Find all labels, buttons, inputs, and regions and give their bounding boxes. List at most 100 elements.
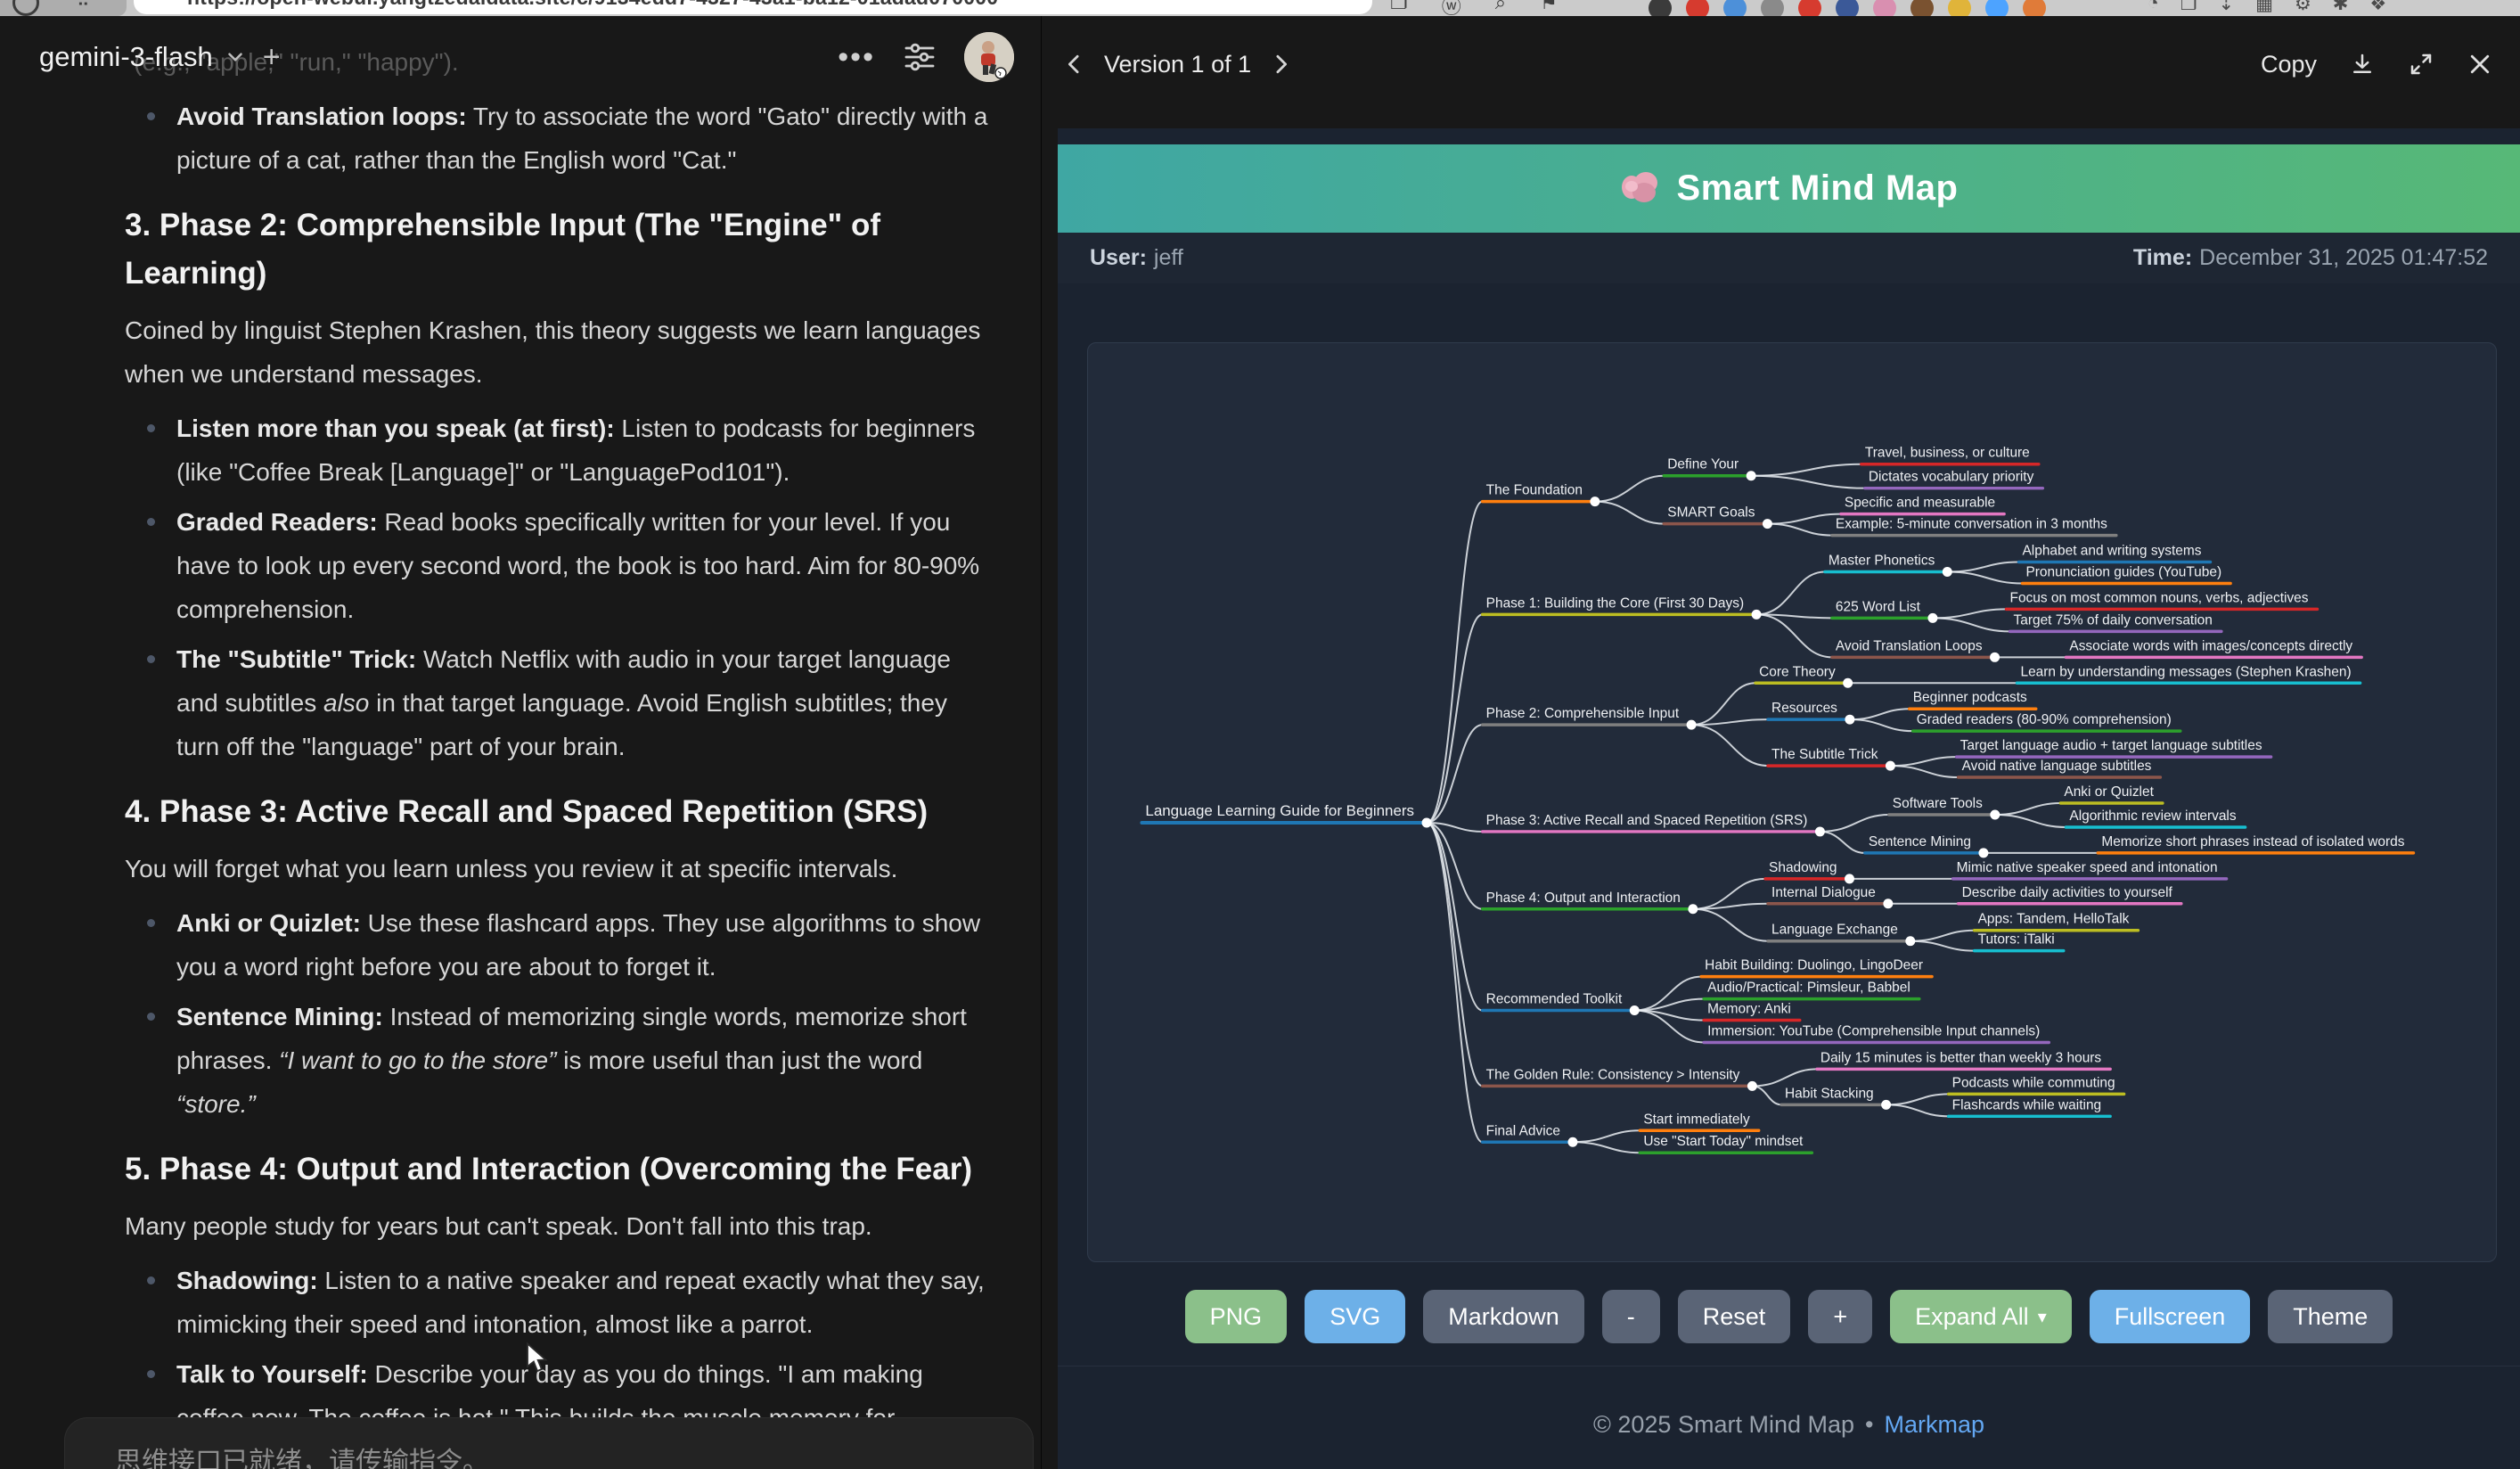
mindmap-node-label[interactable]: Apps: Tandem, HelloTalk	[1978, 912, 2130, 927]
mindmap-node-label[interactable]: Shadowing	[1769, 860, 1837, 875]
mindmap-node-label[interactable]: Core Theory	[1759, 664, 1836, 679]
mindmap-node-label[interactable]: 625 Word List	[1836, 599, 1921, 614]
mindmap-node-label[interactable]: Alphabet and writing systems	[2022, 544, 2201, 559]
close-icon[interactable]	[2467, 51, 2493, 78]
svg-button[interactable]: SVG	[1305, 1290, 1405, 1343]
gear-icon[interactable]: ⚙	[2295, 0, 2311, 15]
extension-icon[interactable]	[1686, 0, 1709, 16]
extension-icons[interactable]	[1649, 0, 2046, 16]
mindmap-node-label[interactable]: Avoid native language subtitles	[1962, 759, 2152, 774]
markmap-link[interactable]: Markmap	[1884, 1411, 1984, 1439]
mindmap-node-label[interactable]: The Foundation	[1486, 483, 1583, 498]
mindmap-node-label[interactable]: Daily 15 minutes is better than weekly 3…	[1820, 1050, 2102, 1065]
extension-icon[interactable]	[1948, 0, 1971, 16]
mindmap-node-label[interactable]: Associate words with images/concepts dir…	[2069, 638, 2352, 653]
mindmap-node-label[interactable]: Phase 3: Active Recall and Spaced Repeti…	[1486, 813, 1808, 828]
mindmap-node-label[interactable]: Travel, business, or culture	[1865, 446, 2030, 461]
mindmap-node-label[interactable]: Final Advice	[1486, 1123, 1560, 1138]
mindmap-junction[interactable]	[1590, 497, 1600, 506]
mindmap-node-label[interactable]: Specific and measurable	[1845, 496, 1995, 511]
mindmap-node-label[interactable]: Target 75% of daily conversation	[2014, 612, 2213, 628]
mindmap-junction[interactable]	[1943, 567, 1952, 577]
mindmap-node-label[interactable]: Audio/Practical: Pimsleur, Babbel	[1707, 981, 1910, 996]
mindmap-node-label[interactable]: Start immediately	[1643, 1112, 1750, 1127]
puzzle-icon[interactable]: ❖	[2369, 0, 2386, 15]
mindmap-junction[interactable]	[1905, 936, 1915, 946]
mindmap-junction[interactable]	[1567, 1137, 1577, 1147]
windows-icon[interactable]: ❒	[2180, 0, 2197, 15]
mindmap-node-label[interactable]: The Golden Rule: Consistency > Intensity	[1486, 1067, 1740, 1082]
next-version-icon[interactable]	[1267, 51, 1294, 78]
mindmap-node-label[interactable]: Master Phonetics	[1829, 554, 1935, 569]
mindmap-node-label[interactable]: Language Exchange	[1771, 923, 1898, 938]
mindmap-junction[interactable]	[1747, 1081, 1757, 1091]
translate-icon[interactable]: ⓦ	[1442, 0, 1461, 16]
extension-icon[interactable]	[1761, 0, 1784, 16]
mindmap-node-label[interactable]: Anki or Quizlet	[2064, 784, 2154, 800]
png-button[interactable]: PNG	[1185, 1290, 1288, 1343]
mindmap-junction[interactable]	[1747, 471, 1756, 480]
mindmap-node-label[interactable]: Phase 4: Output and Interaction	[1486, 890, 1681, 906]
mindmap-node-label[interactable]: Learn by understanding messages (Stephen…	[2021, 664, 2352, 679]
mindmap-node-label[interactable]: The Subtitle Trick	[1771, 747, 1878, 762]
extension-icon[interactable]	[1910, 0, 1934, 16]
mindmap-junction[interactable]	[1422, 817, 1432, 827]
mindmap-node-label[interactable]: Define Your	[1667, 457, 1739, 472]
mindmap-node-label[interactable]: Phase 2: Comprehensible Input	[1486, 706, 1680, 721]
grid-icon[interactable]: ▦	[2255, 0, 2273, 15]
mindmap-node-label[interactable]: Example: 5-minute conversation in 3 mont…	[1836, 517, 2107, 532]
mindmap-node-label[interactable]: Software Tools	[1893, 796, 1983, 811]
fullscreen-button[interactable]: Fullscreen	[2090, 1290, 2251, 1343]
controls-sliders-icon[interactable]	[902, 39, 937, 75]
extension-icon[interactable]	[2023, 0, 2046, 16]
mindmap-node-label[interactable]: Tutors: iTalki	[1978, 932, 2055, 948]
mindmap-node-label[interactable]: Graded readers (80-90% comprehension)	[1917, 712, 2172, 727]
mindmap-node-label[interactable]: Algorithmic review intervals	[2069, 808, 2236, 824]
mindmap-junction[interactable]	[1688, 904, 1698, 914]
download-icon[interactable]	[2349, 51, 2376, 78]
extension-icon[interactable]	[1723, 0, 1747, 16]
model-name[interactable]: gemini-3-flash	[39, 41, 213, 73]
mindmap-node-label[interactable]: Internal Dialogue	[1771, 885, 1876, 900]
mindmap-node-label[interactable]: Sentence Mining	[1869, 834, 1971, 849]
paw-icon[interactable]: ✱	[2333, 0, 2349, 15]
extension-icon[interactable]	[1985, 0, 2009, 16]
extension-icon[interactable]	[1798, 0, 1821, 16]
markdown-button[interactable]: Markdown	[1423, 1290, 1584, 1343]
model-selector[interactable]: gemini-3-flash +	[39, 40, 281, 75]
previous-version-icon[interactable]	[1061, 51, 1088, 78]
mindmap-junction[interactable]	[1927, 613, 1937, 623]
mindmap-junction[interactable]	[1990, 809, 2000, 819]
mindmap-node-label[interactable]: Pronunciation guides (YouTube)	[2025, 564, 2221, 579]
system-tray-icons[interactable]: ◔ ❒ ⇣ ▦ ⚙ ✱ ❖	[2148, 0, 2386, 15]
search-icon[interactable]: ⌕	[1495, 0, 1506, 16]
mindmap-canvas[interactable]: Language Learning Guide for Beginners The…	[1087, 342, 2497, 1262]
address-bar[interactable]: https://open-webui.yangtzedaidata.site/c…	[134, 0, 1372, 14]
mindmap-junction[interactable]	[1845, 715, 1854, 725]
mindmap-junction[interactable]	[1886, 761, 1895, 771]
mindmap-junction[interactable]	[1843, 678, 1853, 688]
mindmap-node-label[interactable]: Avoid Translation Loops	[1836, 638, 1983, 653]
extension-icon[interactable]	[1873, 0, 1896, 16]
mindmap-node-label[interactable]: Memory: Anki	[1707, 1002, 1791, 1017]
mindmap-node-label[interactable]: Describe daily activities to yourself	[1962, 885, 2173, 900]
copy-button[interactable]: Copy	[2261, 51, 2317, 78]
mindmap-junction[interactable]	[1990, 652, 2000, 662]
url-text[interactable]: https://open-webui.yangtzedaidata.site/c…	[187, 0, 998, 10]
mindmap-node-label[interactable]: Memorize short phrases instead of isolat…	[2101, 834, 2404, 849]
mindmap-node-label[interactable]: Language Learning Guide for Beginners	[1145, 802, 1414, 819]
theme-button[interactable]: Theme	[2268, 1290, 2393, 1343]
chat-input[interactable]: 思维接口已就绪，请传输指令。	[64, 1417, 1034, 1469]
mindmap-node-label[interactable]: Beginner podcasts	[1913, 690, 2027, 705]
mindmap-junction[interactable]	[1881, 1100, 1891, 1110]
mindmap-node-label[interactable]: Target language audio + target language …	[1960, 738, 2262, 753]
mindmap-node-label[interactable]: Flashcards while waiting	[1952, 1097, 2101, 1112]
mindmap-junction[interactable]	[1687, 720, 1697, 730]
zoom-in-button[interactable]: +	[1808, 1290, 1872, 1343]
new-chat-plus-icon[interactable]: +	[263, 40, 281, 75]
mindmap-node-label[interactable]: Immersion: YouTube (Comprehensible Input…	[1707, 1023, 2040, 1038]
chevron-down-icon[interactable]	[224, 45, 247, 69]
mindmap-junction[interactable]	[1630, 1005, 1640, 1015]
extension-icon[interactable]	[1836, 0, 1859, 16]
mindmap-junction[interactable]	[1883, 899, 1893, 908]
